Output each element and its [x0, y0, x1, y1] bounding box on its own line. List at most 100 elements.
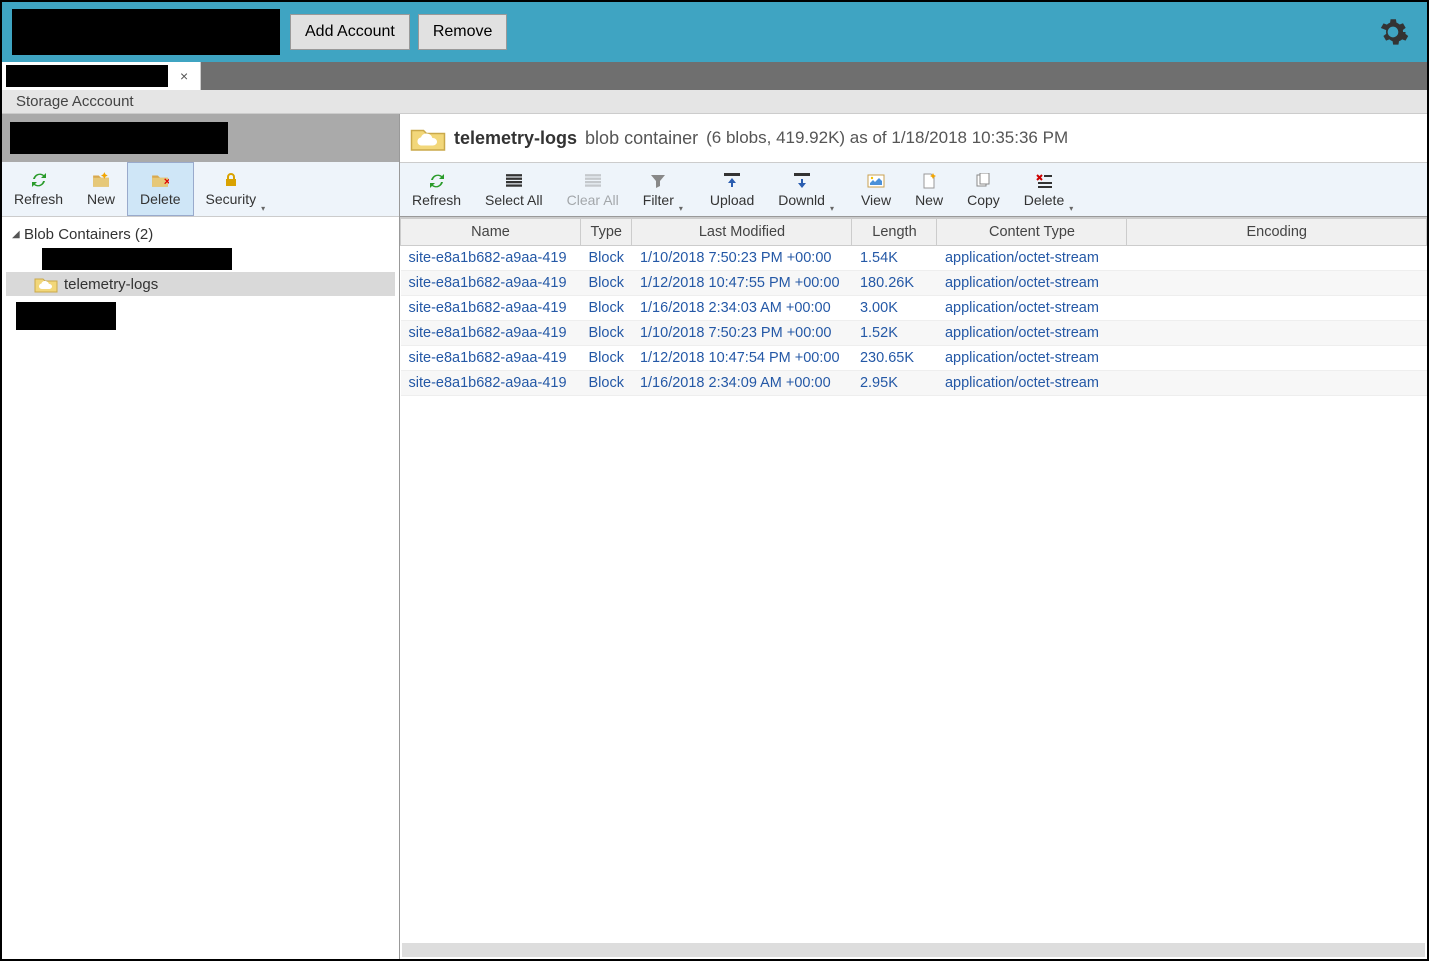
upload-icon: [722, 172, 742, 190]
dropdown-arrow-icon: ▾: [261, 204, 265, 213]
account-header: [2, 114, 399, 162]
select-all-label: Select All: [485, 192, 543, 208]
refresh-icon: [427, 172, 447, 190]
table-row[interactable]: site-e8a1b682-a9aa-419Block1/10/2018 7:5…: [401, 321, 1427, 346]
clear-all-button[interactable]: Clear All: [555, 163, 631, 216]
cell-enc: [1127, 296, 1427, 321]
col-name[interactable]: Name: [401, 219, 581, 246]
tab-active[interactable]: ×: [2, 62, 201, 90]
cell-ct: application/octet-stream: [937, 296, 1127, 321]
new-blob-button[interactable]: New: [903, 163, 955, 216]
refresh-button[interactable]: Refresh: [2, 162, 75, 216]
delete-list-icon: [1034, 172, 1054, 190]
clear-all-label: Clear All: [567, 192, 619, 208]
delete-label: Delete: [140, 191, 180, 207]
copy-icon: [973, 172, 993, 190]
settings-button[interactable]: [1377, 16, 1409, 48]
redacted-tree-item[interactable]: [42, 248, 232, 270]
container-type: blob container: [585, 128, 698, 149]
col-length[interactable]: Length: [852, 219, 937, 246]
filter-button[interactable]: Filter ▾: [631, 163, 686, 216]
cell-type: Block: [581, 346, 632, 371]
remove-button[interactable]: Remove: [418, 14, 508, 50]
tree-view: ◢ Blob Containers (2) telemetry-logs: [2, 217, 399, 959]
delete-blob-button[interactable]: Delete▾: [1012, 163, 1076, 216]
redacted-tree-item-2[interactable]: [16, 302, 116, 330]
close-tab-button[interactable]: ×: [174, 68, 194, 84]
expand-arrow-icon: ◢: [12, 229, 24, 240]
cell-lm: 1/12/2018 10:47:54 PM +00:00: [632, 346, 852, 371]
cell-name: site-e8a1b682-a9aa-419: [401, 371, 581, 396]
cell-enc: [1127, 346, 1427, 371]
container-header: telemetry-logs blob container (6 blobs, …: [400, 114, 1427, 162]
cell-type: Block: [581, 246, 632, 271]
cell-enc: [1127, 271, 1427, 296]
refresh-button[interactable]: Refresh: [400, 163, 473, 216]
cell-len: 1.52K: [852, 321, 937, 346]
blob-grid[interactable]: Name Type Last Modified Length Content T…: [400, 217, 1427, 943]
lock-icon: [221, 171, 241, 189]
select-all-icon: [504, 172, 524, 190]
right-panel: telemetry-logs blob container (6 blobs, …: [400, 114, 1427, 959]
table-row[interactable]: site-e8a1b682-a9aa-419Block1/12/2018 10:…: [401, 346, 1427, 371]
container-details: (6 blobs, 419.92K) as of 1/18/2018 10:35…: [706, 128, 1068, 148]
download-button[interactable]: Downld ▾: [766, 163, 837, 216]
col-last-modified[interactable]: Last Modified: [632, 219, 852, 246]
dropdown-arrow-icon: ▾: [830, 204, 834, 213]
copy-label: Copy: [967, 192, 1000, 208]
cell-lm: 1/12/2018 10:47:55 PM +00:00: [632, 271, 852, 296]
cell-ct: application/octet-stream: [937, 246, 1127, 271]
table-row[interactable]: site-e8a1b682-a9aa-419Block1/16/2018 2:3…: [401, 371, 1427, 396]
cell-lm: 1/16/2018 2:34:03 AM +00:00: [632, 296, 852, 321]
tree-item-telemetry-logs[interactable]: telemetry-logs: [6, 272, 395, 296]
select-all-button[interactable]: Select All: [473, 163, 555, 216]
delete-folder-icon: ✕: [150, 171, 170, 189]
new-label: New: [915, 192, 943, 208]
cell-ct: application/octet-stream: [937, 371, 1127, 396]
upload-button[interactable]: Upload: [698, 163, 766, 216]
tree-root-containers[interactable]: ◢ Blob Containers (2): [6, 223, 395, 246]
cell-name: site-e8a1b682-a9aa-419: [401, 321, 581, 346]
dropdown-arrow-icon: ▾: [1069, 204, 1073, 213]
table-row[interactable]: site-e8a1b682-a9aa-419Block1/10/2018 7:5…: [401, 246, 1427, 271]
view-label: View: [861, 192, 891, 208]
cell-lm: 1/16/2018 2:34:09 AM +00:00: [632, 371, 852, 396]
cell-name: site-e8a1b682-a9aa-419: [401, 246, 581, 271]
tab-strip: ×: [2, 62, 1427, 90]
right-toolbar: Refresh Select All Clear All Filter ▾ Upl…: [400, 162, 1427, 217]
cell-type: Block: [581, 321, 632, 346]
cell-type: Block: [581, 371, 632, 396]
new-button[interactable]: New: [75, 162, 127, 216]
add-account-button[interactable]: Add Account: [290, 14, 410, 50]
new-folder-icon: [91, 171, 111, 189]
left-panel: Refresh New ✕ Delete Security ▾ ◢ Blob C…: [2, 114, 400, 959]
dropdown-arrow-icon: ▾: [679, 204, 683, 213]
col-content-type[interactable]: Content Type: [937, 219, 1127, 246]
filter-label: Filter: [643, 192, 674, 208]
clear-all-icon: [583, 172, 603, 190]
left-toolbar: Refresh New ✕ Delete Security ▾: [2, 162, 399, 217]
view-icon: [866, 172, 886, 190]
cell-ct: application/octet-stream: [937, 346, 1127, 371]
tree-item-label: telemetry-logs: [64, 276, 158, 293]
col-encoding[interactable]: Encoding: [1127, 219, 1427, 246]
horizontal-scrollbar[interactable]: [402, 943, 1425, 957]
new-label: New: [87, 191, 115, 207]
cell-len: 3.00K: [852, 296, 937, 321]
copy-button[interactable]: Copy: [955, 163, 1012, 216]
security-button[interactable]: Security ▾: [194, 162, 269, 216]
download-label: Downld: [778, 192, 825, 208]
upload-label: Upload: [710, 192, 754, 208]
cell-enc: [1127, 371, 1427, 396]
table-header-row: Name Type Last Modified Length Content T…: [401, 219, 1427, 246]
cell-type: Block: [581, 296, 632, 321]
refresh-label: Refresh: [412, 192, 461, 208]
col-type[interactable]: Type: [581, 219, 632, 246]
cell-name: site-e8a1b682-a9aa-419: [401, 271, 581, 296]
delete-button[interactable]: ✕ Delete: [127, 162, 193, 216]
tree-root-label: Blob Containers (2): [24, 226, 153, 243]
view-button[interactable]: View: [849, 163, 903, 216]
cell-ct: application/octet-stream: [937, 321, 1127, 346]
table-row[interactable]: site-e8a1b682-a9aa-419Block1/12/2018 10:…: [401, 271, 1427, 296]
table-row[interactable]: site-e8a1b682-a9aa-419Block1/16/2018 2:3…: [401, 296, 1427, 321]
